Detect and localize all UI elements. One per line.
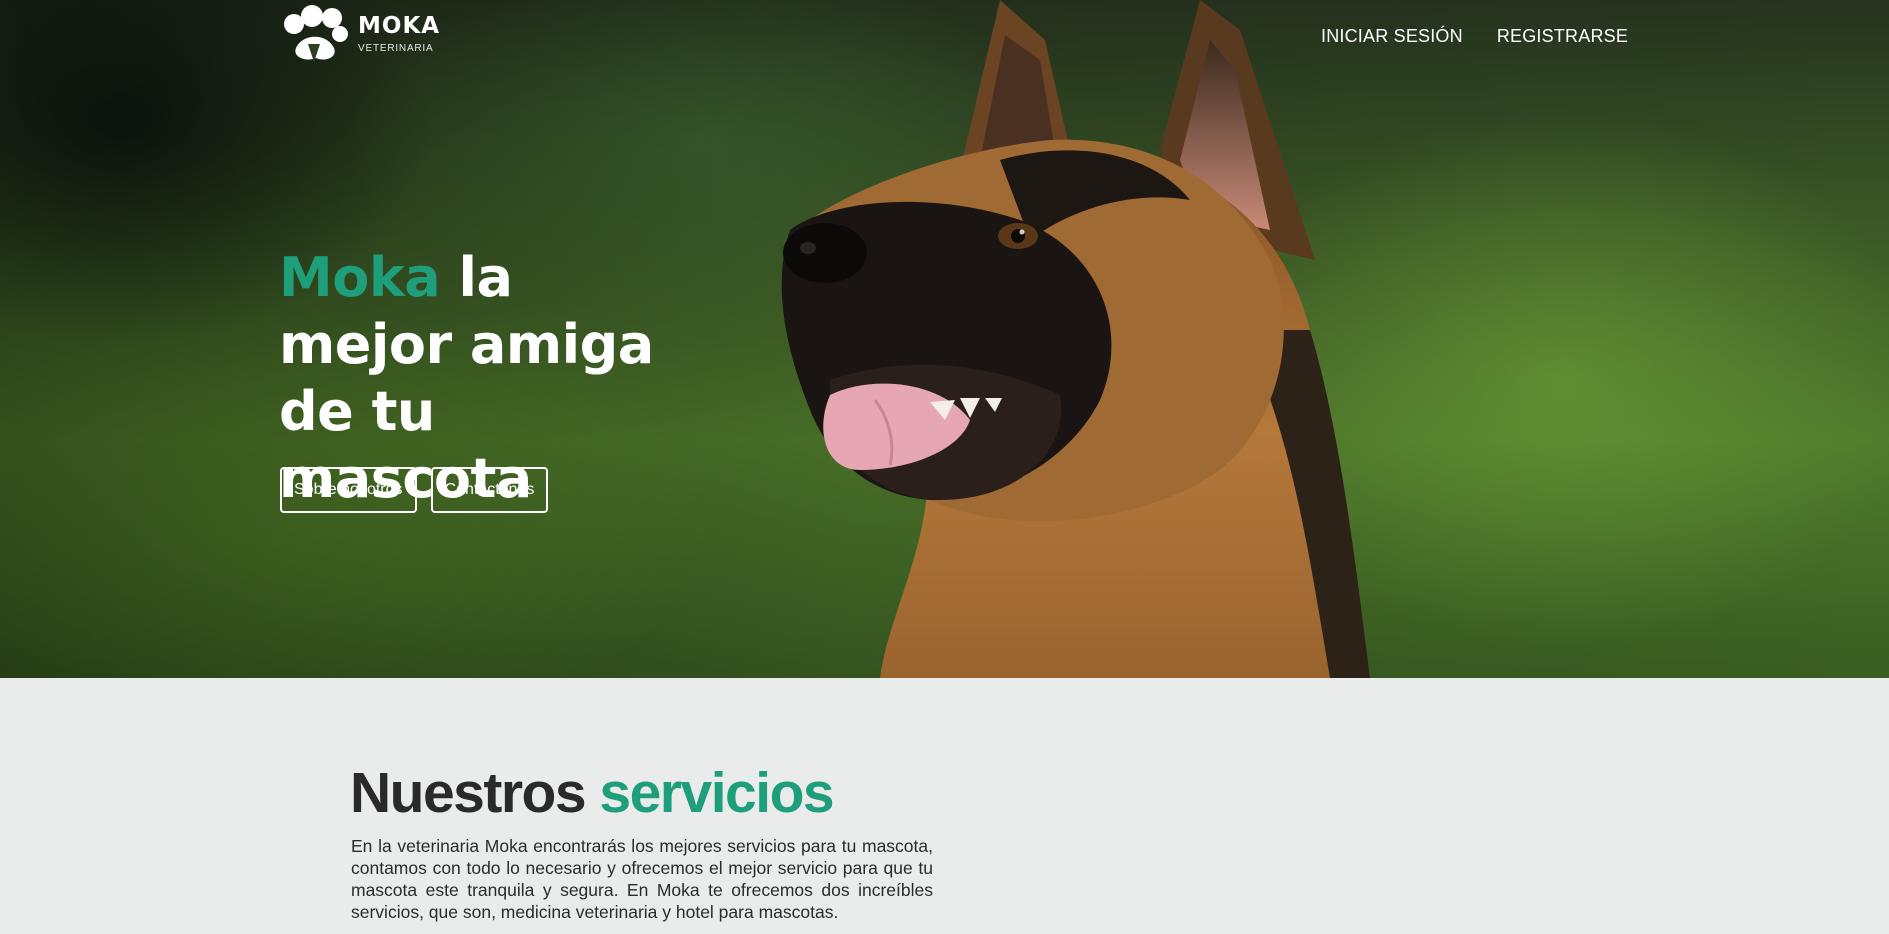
hero-buttons: Sobre nosotros Contáctenos — [280, 467, 549, 513]
brand-subtitle: VETERINARIA — [358, 42, 434, 54]
services-title-accent: servicios — [599, 761, 834, 825]
top-nav: INICIAR SESIÓN REGISTRARSE — [1321, 26, 1628, 47]
dog-image — [781, 0, 1370, 678]
headline-brand: Moka — [279, 246, 441, 309]
hero-section: MOKA VETERINARIA INICIAR SESIÓN REGISTRA… — [0, 0, 1889, 678]
brand-name: MOKA — [358, 12, 441, 39]
register-link[interactable]: REGISTRARSE — [1497, 26, 1628, 47]
login-link[interactable]: INICIAR SESIÓN — [1321, 26, 1463, 47]
services-section: Nuestros servicios En la veterinaria Mok… — [0, 678, 1889, 934]
services-title-plain: Nuestros — [350, 761, 600, 825]
brand-logo[interactable]: MOKA VETERINARIA — [280, 4, 440, 64]
services-description: En la veterinaria Moka encontrarás los m… — [351, 836, 933, 922]
services-title: Nuestros servicios — [350, 760, 835, 826]
contact-us-button[interactable]: Contáctenos — [430, 467, 549, 513]
about-us-button[interactable]: Sobre nosotros — [280, 467, 417, 513]
paw-dog-logo-icon — [284, 5, 348, 62]
